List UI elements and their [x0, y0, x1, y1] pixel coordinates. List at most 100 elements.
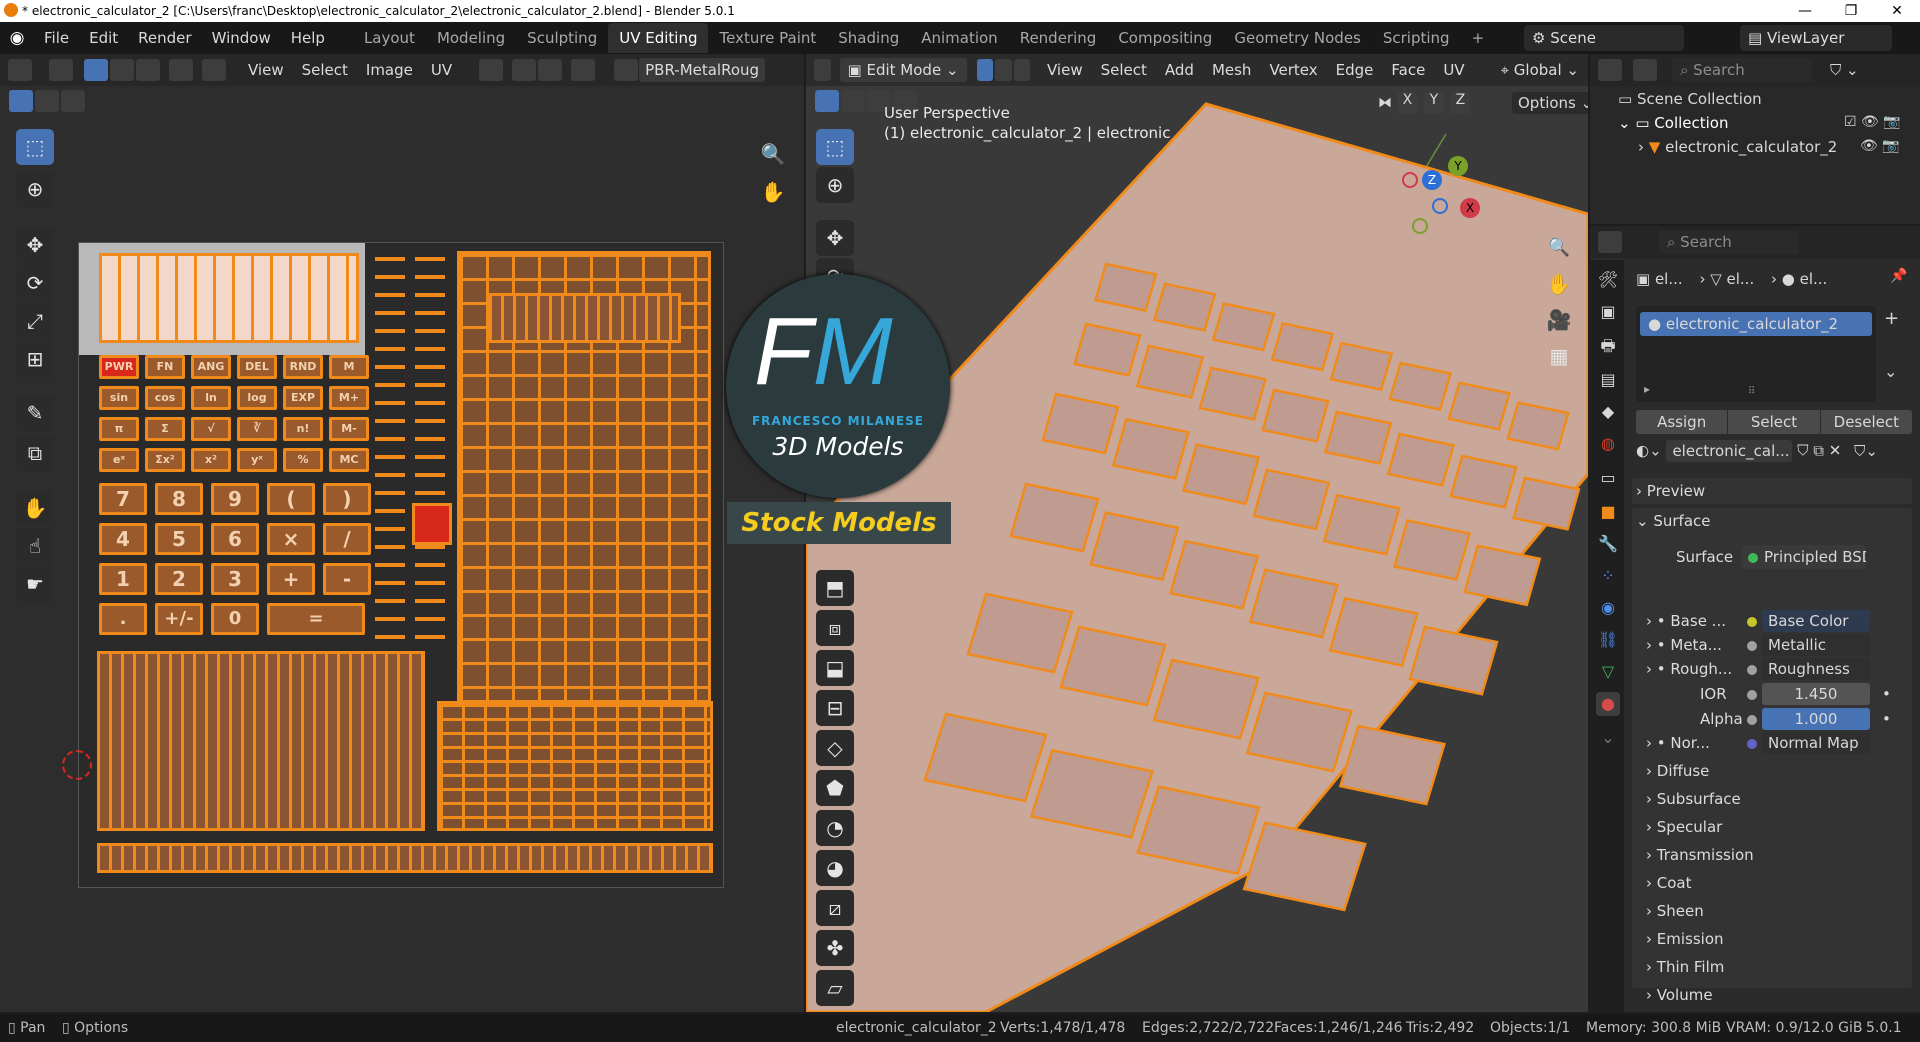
vertex-select-icon[interactable] [84, 59, 108, 81]
expand-input-icon[interactable]: › • [1646, 734, 1670, 752]
view-layer-selector[interactable]: ▤ ViewLayer [1740, 25, 1892, 51]
keyframe-dot-icon[interactable]: • [1882, 685, 1891, 703]
subpanel-header[interactable]: › Subsurface [1646, 790, 1741, 808]
tab-geometry-nodes[interactable]: Geometry Nodes [1223, 23, 1372, 53]
render-tab-icon[interactable]: ▣ [1596, 300, 1620, 324]
breadcrumb-material[interactable]: el... [1800, 270, 1828, 288]
tab-uv-editing[interactable]: UV Editing [608, 23, 709, 53]
add-slot-button[interactable]: + [1884, 308, 1899, 329]
snap-options-icon[interactable] [538, 59, 563, 81]
deselect-button[interactable]: Deselect [1820, 410, 1912, 434]
menu-render[interactable]: Render [128, 29, 201, 47]
subpanel-header[interactable]: › Volume [1646, 986, 1713, 1004]
subpanel-header[interactable]: › Emission [1646, 930, 1724, 948]
relax-tool[interactable]: ☝ [16, 528, 54, 564]
node-filter-icon[interactable]: ⛉⌄ [1854, 442, 1878, 460]
breadcrumb-object[interactable]: el... [1655, 270, 1683, 288]
menu-file[interactable]: File [34, 29, 79, 47]
gizmo-y-icon[interactable]: Y [1448, 156, 1468, 176]
assign-button[interactable]: Assign [1636, 410, 1728, 434]
knife-tool[interactable]: ◇ [816, 730, 854, 766]
input-socket-icon[interactable] [1747, 690, 1757, 700]
uv-image-canvas[interactable]: PWR FN ANG DEL RND Msin cos ln log EXP M+ π Σ √ ∛ n! M-e… [78, 242, 724, 888]
tab-modeling[interactable]: Modeling [426, 23, 516, 53]
input-socket-icon[interactable] [1747, 665, 1757, 675]
duplicate-material-icon[interactable]: ⧉ [1813, 442, 1824, 460]
outliner-scene-collection[interactable]: ▭ Scene Collection [1618, 90, 1762, 108]
object-tab-icon[interactable]: ■ [1596, 500, 1620, 524]
blender-menu-icon[interactable]: ◉ [0, 28, 34, 48]
select-subtract-icon[interactable] [61, 90, 85, 112]
view-layer-tab-icon[interactable]: ▤ [1596, 368, 1620, 392]
uv-mode-icon[interactable] [202, 59, 226, 81]
shader-value-field[interactable]: 1.000 [1762, 708, 1870, 730]
modifier-tab-icon[interactable]: 🔧 [1596, 532, 1620, 556]
tab-layout[interactable]: Layout [353, 23, 426, 53]
close-button[interactable]: ✕ [1874, 0, 1920, 22]
uv-menu-image[interactable]: Image [357, 61, 422, 79]
gizmo-neg-x-icon[interactable] [1402, 172, 1418, 188]
gizmo-neg-z-icon[interactable] [1432, 198, 1448, 214]
render-camera-icon[interactable]: 📷 [1883, 114, 1900, 130]
subpanel-header[interactable]: › Thin Film [1646, 958, 1724, 976]
material-browse-icon[interactable]: ◐⌄ [1636, 442, 1662, 460]
display-mode-icon[interactable] [1633, 59, 1657, 81]
shader-link-field[interactable]: Roughness [1762, 658, 1870, 680]
scene-selector[interactable]: ⚙ Scene [1524, 25, 1684, 51]
image-name-field[interactable]: PBR-MetalRoug [639, 58, 766, 82]
extrude-tool[interactable]: ⬒ [816, 570, 854, 606]
sticky-mode-icon[interactable] [169, 59, 193, 81]
slot-list-resize-icon[interactable]: ⠿ [1748, 386, 1755, 397]
subpanel-header[interactable]: › Transmission [1646, 846, 1754, 864]
bevel-tool[interactable]: ⬓ [816, 650, 854, 686]
outliner-collection-row[interactable]: ⌄ ▭ Collection [1618, 114, 1729, 132]
pan-hand-icon[interactable]: ✋ [754, 174, 792, 210]
input-socket-icon[interactable] [1747, 617, 1757, 627]
collection-tab-icon[interactable]: ▭ [1596, 466, 1620, 490]
properties-search-input[interactable]: ⌕ Search [1659, 230, 1799, 254]
shader-link-field[interactable]: Normal Map [1762, 732, 1870, 754]
material-tab-icon[interactable]: ● [1596, 692, 1620, 716]
slot-list-expand-icon[interactable]: ▸ [1644, 382, 1650, 396]
shader-value-field[interactable]: 1.450 [1762, 683, 1870, 705]
vp-select-box-tool[interactable]: ⬚ [816, 129, 854, 165]
shader-link-field[interactable]: Metallic [1762, 634, 1870, 656]
uv-editor-panel[interactable]: View Select Image UV PBR-MetalRoug ⬚ ⊕ ✥… [0, 54, 804, 1012]
pivot-icon[interactable] [479, 59, 504, 81]
pinch-tool[interactable]: ☛ [16, 566, 54, 602]
vp-move-tool[interactable]: ✥ [816, 220, 854, 256]
select-extend-icon[interactable] [35, 90, 59, 112]
outliner-object-row[interactable]: › ▼ electronic_calculator_2 [1638, 138, 1837, 156]
poly-build-tool[interactable]: ⬟ [816, 770, 854, 806]
material-slot-list[interactable]: ● electronic_calculator_2 ▸ ⠿ [1636, 306, 1876, 402]
shrink-fatten-tool[interactable]: ✤ [816, 930, 854, 966]
subpanel-header[interactable]: › Sheen [1646, 902, 1704, 920]
material-name-field[interactable]: electronic_cal... [1666, 440, 1793, 462]
uv-menu-uv[interactable]: UV [422, 61, 461, 79]
spin-tool[interactable]: ◔ [816, 810, 854, 846]
expand-input-icon[interactable]: › • [1646, 636, 1670, 654]
rip-tool[interactable]: ⧉ [16, 435, 54, 471]
rotate-tool[interactable]: ⟳ [16, 265, 54, 301]
shear-tool[interactable]: ⏥ [816, 970, 854, 1006]
tab-rendering[interactable]: Rendering [1009, 23, 1108, 53]
maximize-button[interactable]: ❐ [1828, 0, 1874, 22]
editor-type-icon[interactable] [8, 59, 32, 81]
fake-user-icon[interactable]: ⛉ [1797, 442, 1808, 460]
surface-header[interactable]: ⌄ Surface [1636, 512, 1711, 530]
tabs-more-icon[interactable]: ⌄ [1596, 726, 1620, 750]
particles-tab-icon[interactable]: ⁘ [1596, 564, 1620, 588]
tab-sculpting[interactable]: Sculpting [516, 23, 608, 53]
material-slot-item[interactable]: ● electronic_calculator_2 [1640, 312, 1872, 336]
ortho-toggle-icon[interactable]: ▦ [1540, 338, 1578, 374]
vp-cursor-tool[interactable]: ⊕ [816, 167, 854, 203]
move-tool[interactable]: ✥ [16, 227, 54, 263]
proportional-edit-icon[interactable] [571, 59, 596, 81]
outliner-type-icon[interactable] [1598, 59, 1622, 81]
surface-shader-field[interactable]: Principled BSDF [1742, 545, 1866, 569]
gizmo-z-icon[interactable]: Z [1422, 170, 1442, 190]
exclude-checkbox-icon[interactable]: ☑ [1844, 114, 1857, 130]
camera-view-icon[interactable]: 🎥 [1540, 302, 1578, 338]
scale-tool[interactable]: ⤢ [16, 303, 54, 339]
snap-icon[interactable] [512, 59, 537, 81]
